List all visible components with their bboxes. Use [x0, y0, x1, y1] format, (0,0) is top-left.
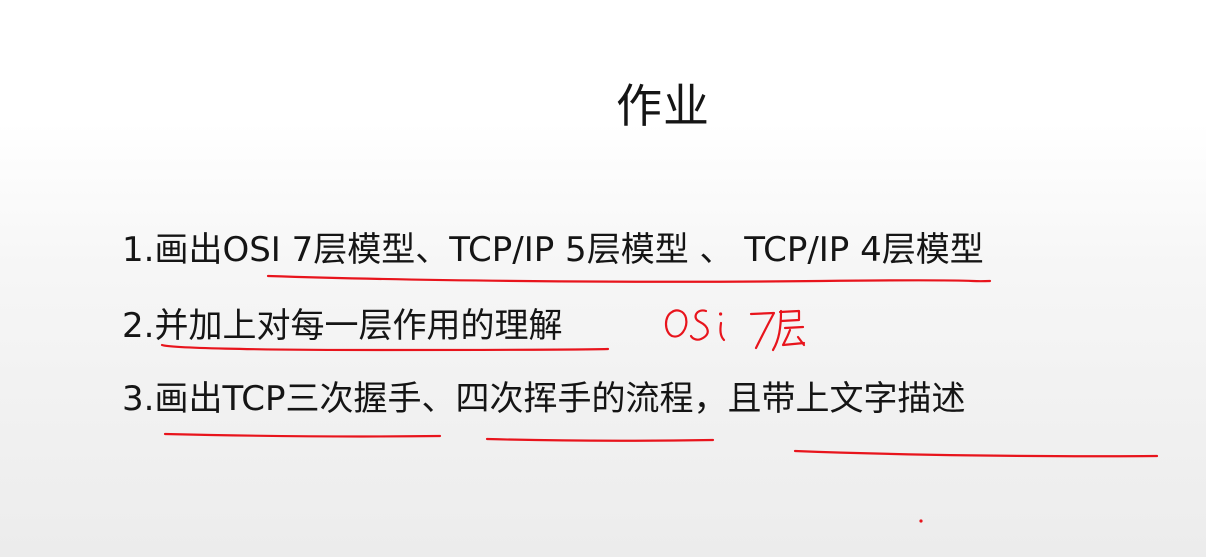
- homework-item-2: 2.并加上对每一层作用的理解: [122, 306, 563, 346]
- slide-title: 作业: [616, 79, 710, 133]
- homework-item-1: 1.画出OSI 7层模型、TCP/IP 5层模型 、 TCP/IP 4层模型: [122, 230, 984, 270]
- handwritten-note-strokes: [664, 309, 806, 352]
- underline-item-3-c: [793, 449, 1159, 458]
- underline-item-1: [266, 274, 992, 283]
- slide: 作业 1.画出OSI 7层模型、TCP/IP 5层模型 、 TCP/IP 4层模…: [0, 0, 1206, 557]
- homework-item-3: 3.画出TCP三次握手、四次挥手的流程，且带上文字描述: [122, 379, 966, 419]
- stray-ink-dot: [919, 519, 923, 523]
- handwritten-note: OSi 7层: [740, 328, 744, 331]
- underline-item-3-b: [485, 437, 715, 442]
- underline-item-3-a: [163, 432, 442, 438]
